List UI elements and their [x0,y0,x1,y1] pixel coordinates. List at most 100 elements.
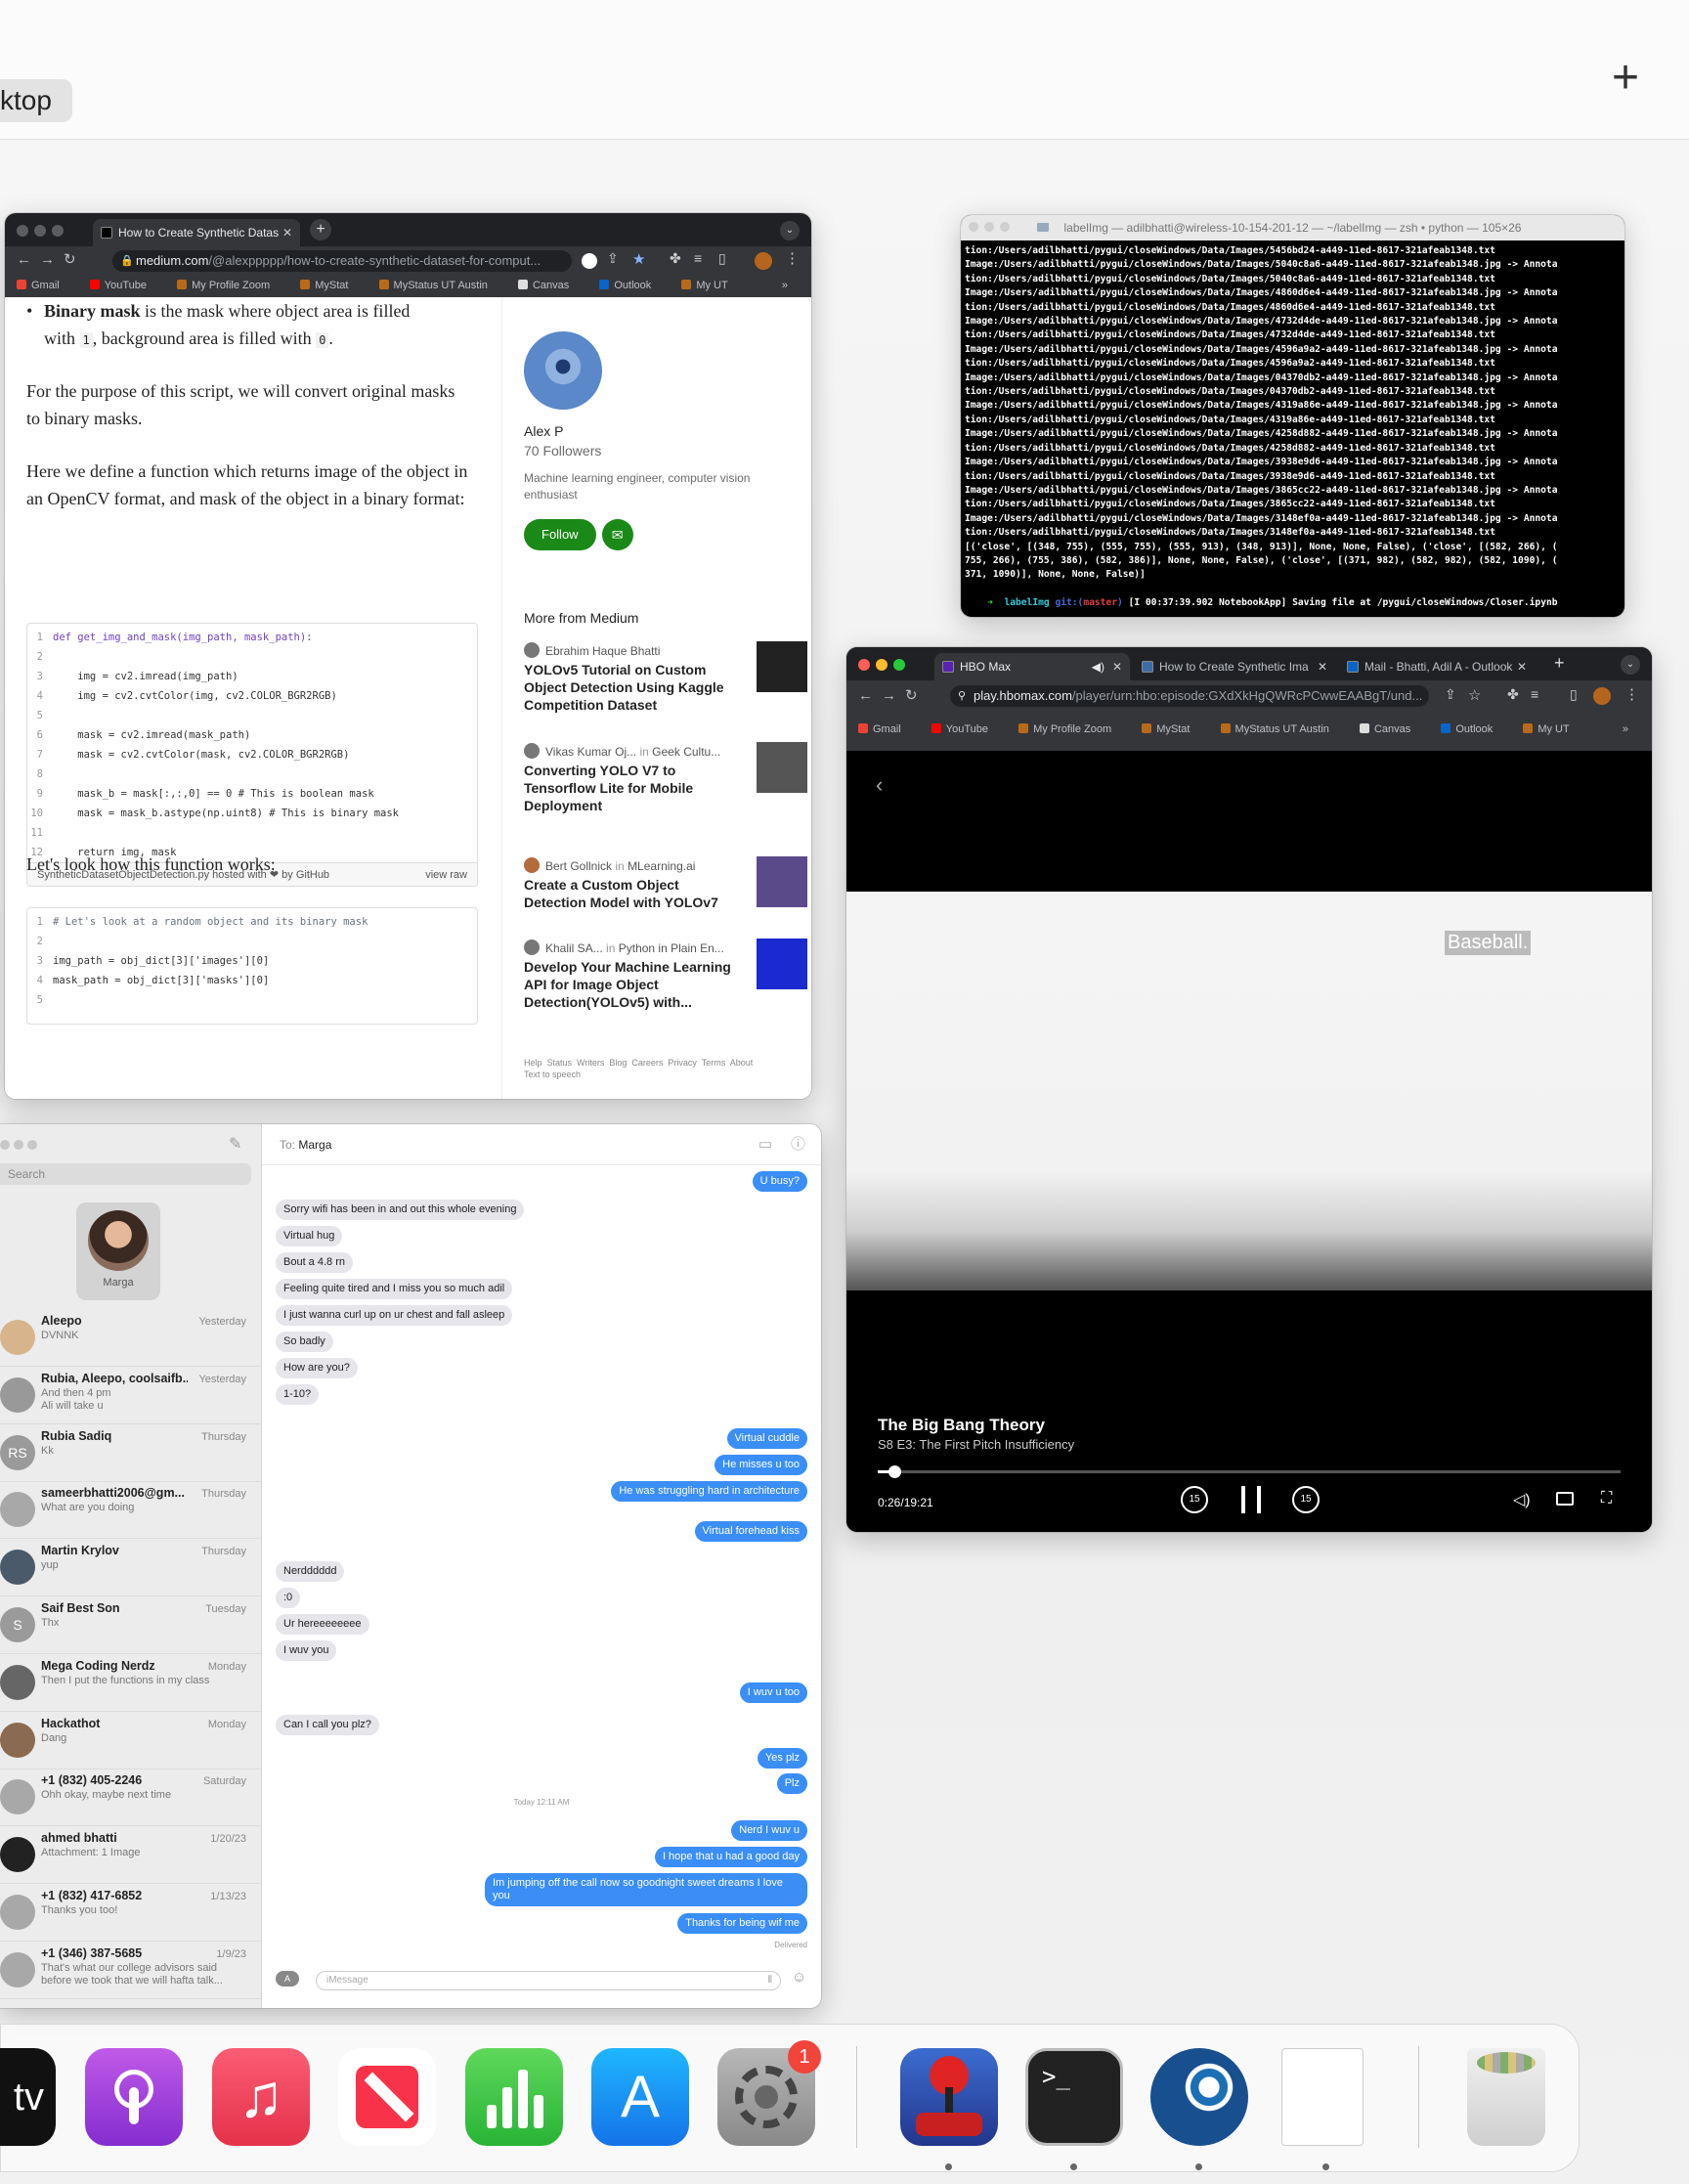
terminal-prompt[interactable]: ➜ labelImg git:(master) [I 00:37:39.902 … [961,583,1624,617]
message-bubble[interactable]: Bout a 4.8 rn [276,1252,353,1273]
close-tab-icon[interactable]: ✕ [1112,653,1122,680]
message-bubble[interactable]: I hope that u had a good day [654,1847,807,1867]
follow-button[interactable]: Follow [524,519,596,550]
emoji-icon[interactable]: ☺ [792,1969,806,1986]
terminal-output[interactable]: tion:/Users/adilbhatti/pygui/closeWindow… [961,240,1624,583]
chrome-menu-icon[interactable]: ⋮ [1624,685,1639,703]
tab-medium-article[interactable]: How to Create Synthetic Datas ✕ [93,219,300,246]
subscribe-email-icon[interactable]: ✉ [601,519,633,550]
bookmark-youtube[interactable]: YouTube [931,723,1002,735]
conversation-item[interactable]: sameerbhatti2006@gm... Thursday What are y… [0,1480,262,1540]
bookmark-myut[interactable]: My UT [1523,723,1582,735]
conversation-item[interactable]: Mega Coding Nerdz Monday Then I put the fu… [0,1653,262,1712]
bookmark-zoom[interactable]: My Profile Zoom [1018,723,1125,735]
zoom-window-button[interactable] [1000,222,1010,232]
bookmark-canvas[interactable]: Canvas [1359,723,1424,735]
tab-search-icon[interactable]: ⌄ [780,221,800,240]
conversation-item[interactable]: ahmed bhatti 1/20/23 Attachment: 1 Image [0,1825,262,1885]
chrome-menu-icon[interactable]: ⋮ [785,249,800,267]
recipient-name[interactable]: Marga [298,1138,331,1152]
bookmark-youtube[interactable]: YouTube [89,280,160,291]
progress-scrubber[interactable] [888,1465,901,1478]
fullscreen-icon[interactable]: ⛶ [1601,1490,1612,1507]
tab-search-icon[interactable]: ⌄ [1621,655,1640,675]
zoom-window-button[interactable] [893,659,905,671]
document-icon[interactable] [1281,2048,1364,2146]
minimize-window-button[interactable] [34,225,46,237]
message-bubble[interactable]: Plz [776,1773,807,1794]
address-bar[interactable]: 🔒 medium.com/@alexppppp/how-to-create-sy… [112,250,572,272]
message-bubble[interactable]: I just wanna curl up on ur chest and fal… [276,1305,513,1326]
message-bubble[interactable]: Feeling quite tired and I miss you so mu… [276,1279,513,1299]
side-panel-icon[interactable]: ▯ [1570,686,1578,703]
message-bubble[interactable]: Virtual forehead kiss [694,1521,807,1542]
skip-forward-button[interactable]: 15 [1292,1486,1320,1513]
app-store-icon[interactable]: A [591,2048,689,2146]
music-icon[interactable]: ♫ [212,2048,310,2146]
news-icon[interactable] [338,2048,436,2146]
terminal-icon[interactable]: >_ [1025,2048,1123,2146]
minimize-window-button[interactable] [876,659,888,671]
message-bubble[interactable]: U busy? [752,1171,807,1192]
message-bubble[interactable]: I wuv u too [739,1682,807,1703]
info-icon[interactable]: ⓘ [791,1124,805,1165]
tab-medium-article[interactable]: How to Create Synthetic Ima ✕ [1134,653,1335,680]
terminal-window[interactable]: labelImg — adilbhatti@wireless-10-154-20… [961,215,1624,617]
bookmark-myut[interactable]: My UT [681,280,741,291]
bookmarks-overflow-icon[interactable]: » [782,276,788,295]
messages-window[interactable]: ✎ Search Marga Aleepo Yesterday DVNNK Rubia… [0,1124,821,2008]
app-store-apps-icon[interactable]: A [276,1971,299,1987]
volume-icon[interactable]: ◁) [1513,1490,1531,1509]
message-bubble[interactable]: Im jumping off the call now so goodnight… [485,1873,807,1906]
message-bubble[interactable]: How are you? [276,1358,358,1378]
list-item[interactable]: Khalil SA... in Python in Plain En... De… [524,939,807,1011]
joystick-app-icon[interactable] [900,2048,998,2146]
conversation-item[interactable]: Rubia, Aleepo, coolsaifb... Yesterday And … [0,1366,262,1424]
new-tab-icon[interactable]: + [310,219,331,240]
steam-icon[interactable] [1150,2048,1248,2146]
message-input[interactable]: iMessage ⦀ [316,1971,781,1990]
text-to-speech-link[interactable]: Text to speech [524,1070,581,1079]
message-bubble[interactable]: So badly [276,1332,333,1352]
conversation-item[interactable]: Aleepo Yesterday DVNNK [0,1308,262,1367]
subtitles-icon[interactable] [1556,1492,1574,1506]
message-bubble[interactable]: Nerd I wuv u [731,1820,807,1841]
bookmark-mystatus[interactable]: MyStatus UT Austin [378,280,501,291]
close-window-button[interactable] [858,659,870,671]
close-tab-icon[interactable]: ✕ [282,219,292,246]
bookmarks-overflow-icon[interactable]: » [1623,712,1628,747]
minimize-window-button[interactable] [984,222,994,232]
close-window-button[interactable] [0,1140,10,1150]
message-bubble[interactable]: I wuv you [276,1640,337,1661]
bookmark-mystat[interactable]: MyStat [300,280,362,291]
message-bubble[interactable]: Virtual hug [276,1226,343,1246]
facetime-video-icon[interactable]: ▭ [758,1124,772,1165]
list-item[interactable]: Vikas Kumar Oj... in Geek Cultu... Conve… [524,742,807,814]
address-bar[interactable]: ⚲ play.hbomax.com/player/urn:hbo:episode… [950,685,1429,707]
bookmark-outlook[interactable]: Outlook [1441,723,1506,735]
message-bubble[interactable]: Virtual cuddle [726,1428,807,1449]
compose-icon[interactable]: ✎ [229,1134,241,1154]
side-panel-icon[interactable]: ▯ [718,250,726,267]
bookmark-star-icon[interactable]: ☆ [1468,686,1481,704]
bookmark-gmail[interactable]: Gmail [17,280,73,291]
conversation-item[interactable]: S Saif Best Son Tuesday Thx [0,1595,262,1654]
bookmark-zoom[interactable]: My Profile Zoom [177,280,283,291]
message-bubble[interactable]: Can I call you plz? [276,1715,379,1735]
trash-icon[interactable] [1467,2048,1545,2146]
message-bubble[interactable]: He misses u too [715,1455,807,1475]
audio-playing-icon[interactable]: ◀) [1092,653,1104,680]
numbers-icon[interactable] [465,2048,563,2146]
extensions-icon[interactable]: ✤ [670,250,681,267]
conversation-item[interactable]: +1 (832) 405-2246 Saturday Ohh okay, maybe… [0,1768,262,1827]
pinned-conversation[interactable]: Marga [76,1202,160,1300]
pause-button[interactable] [1241,1486,1261,1513]
extensions-icon[interactable]: ✤ [1507,686,1519,703]
minimize-window-button[interactable] [14,1140,23,1150]
list-item[interactable]: Ebrahim Haque Bhatti YOLOv5 Tutorial on … [524,641,807,714]
bookmark-mystatus[interactable]: MyStatus UT Austin [1220,723,1343,735]
close-tab-icon[interactable]: ✕ [1318,653,1327,680]
conversation-item[interactable]: Hackathot Monday Dang [0,1711,262,1769]
podcasts-icon[interactable] [85,2048,183,2146]
zoom-window-button[interactable] [52,225,64,237]
